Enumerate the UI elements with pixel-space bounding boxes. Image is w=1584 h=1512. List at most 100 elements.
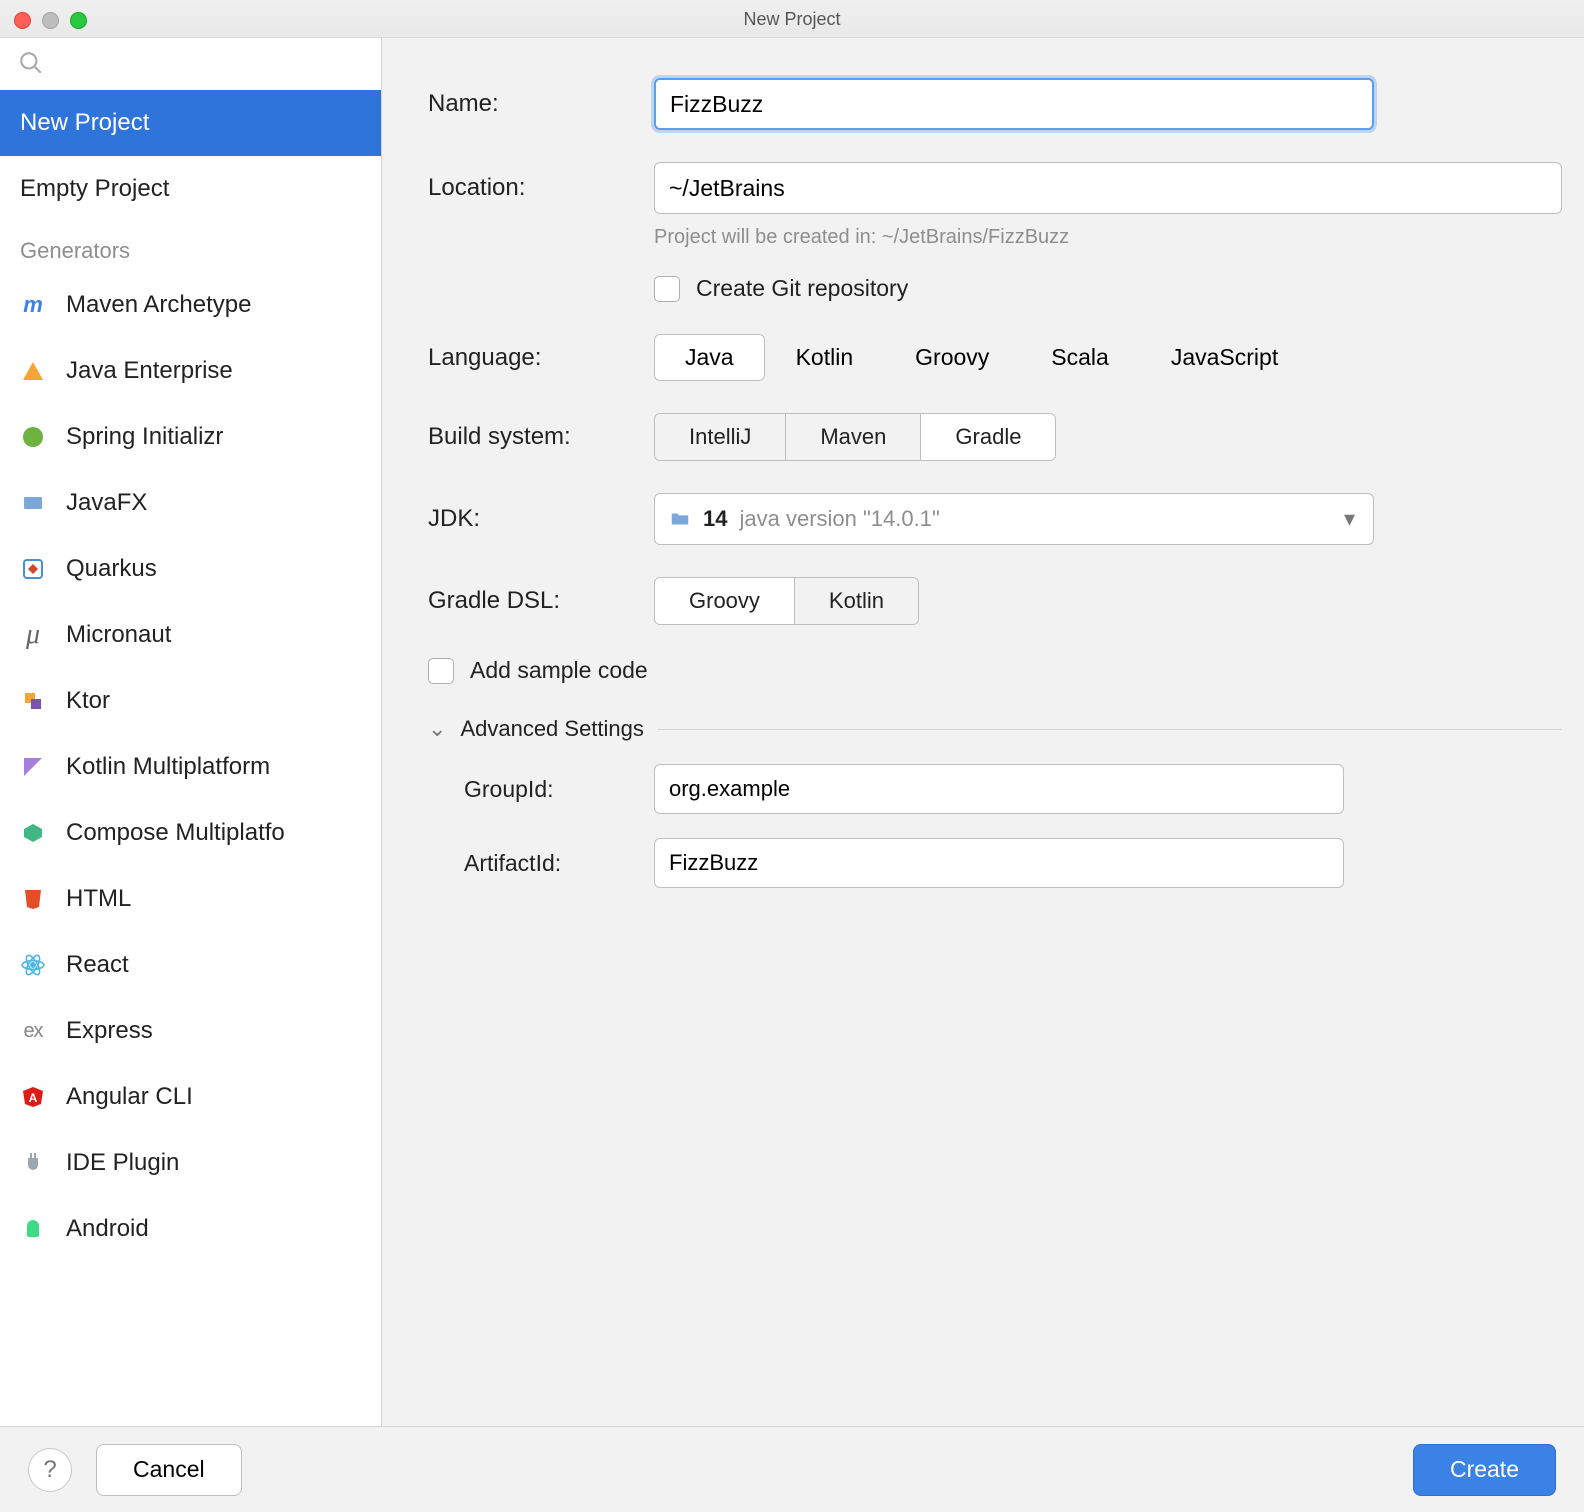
express-icon: ex (20, 1018, 46, 1044)
name-label: Name: (428, 90, 654, 118)
language-option-groovy[interactable]: Groovy (884, 334, 1020, 381)
sidebar: New Project Empty Project Generators m M… (0, 38, 382, 1426)
folder-icon (669, 508, 691, 530)
sidebar-item-label: New Project (20, 109, 149, 137)
sidebar-item-label: Empty Project (20, 175, 169, 203)
generators-header: Generators (0, 222, 381, 272)
sidebar-item-javafx[interactable]: JavaFX (0, 470, 381, 536)
git-checkbox[interactable] (654, 276, 680, 302)
sidebar-item-label: Micronaut (66, 621, 171, 649)
dsl-option-groovy[interactable]: Groovy (655, 578, 794, 624)
location-input[interactable] (654, 162, 1562, 214)
language-option-javascript[interactable]: JavaScript (1140, 334, 1309, 381)
sidebar-item-label: React (66, 951, 129, 979)
javafx-icon (20, 490, 46, 516)
sidebar-item-label: Kotlin Multiplatform (66, 753, 270, 781)
advanced-settings-header[interactable]: ⌄ Advanced Settings (428, 716, 1562, 742)
language-option-kotlin[interactable]: Kotlin (765, 334, 885, 381)
dsl-label: Gradle DSL: (428, 587, 654, 615)
search-icon (18, 50, 44, 76)
location-label: Location: (428, 174, 654, 202)
minimize-window-icon[interactable] (42, 12, 59, 29)
sidebar-item-label: IDE Plugin (66, 1149, 179, 1177)
window-controls (14, 12, 87, 29)
jdk-value: 14 (703, 506, 727, 532)
html-icon (20, 886, 46, 912)
sidebar-item-label: Java Enterprise (66, 357, 233, 385)
build-option-gradle[interactable]: Gradle (920, 414, 1055, 460)
cancel-button[interactable]: Cancel (96, 1444, 242, 1496)
sidebar-item-label: Compose Multiplatfo (66, 819, 285, 847)
svg-text:A: A (29, 1091, 38, 1105)
sidebar-item-angular-cli[interactable]: A Angular CLI (0, 1064, 381, 1130)
sidebar-item-ide-plugin[interactable]: IDE Plugin (0, 1130, 381, 1196)
spring-icon (20, 424, 46, 450)
quarkus-icon (20, 556, 46, 582)
name-input[interactable] (654, 78, 1374, 130)
build-option-maven[interactable]: Maven (785, 414, 920, 460)
titlebar: New Project (0, 0, 1584, 38)
close-window-icon[interactable] (14, 12, 31, 29)
kotlin-icon (20, 754, 46, 780)
sidebar-item-java-enterprise[interactable]: Java Enterprise (0, 338, 381, 404)
chevron-down-icon: ⌄ (428, 716, 446, 742)
footer: ? Cancel Create (0, 1426, 1584, 1512)
sidebar-item-label: Spring Initializr (66, 423, 223, 451)
window-title: New Project (743, 0, 840, 38)
artifactid-input[interactable] (654, 838, 1344, 888)
artifactid-label: ArtifactId: (464, 850, 654, 877)
micronaut-icon: μ (20, 622, 46, 648)
jdk-dropdown[interactable]: 14 java version "14.0.1" ▾ (654, 493, 1374, 545)
angular-icon: A (20, 1084, 46, 1110)
sidebar-item-label: Maven Archetype (66, 291, 251, 319)
sidebar-item-ktor[interactable]: Ktor (0, 668, 381, 734)
sidebar-item-kotlin-multiplatform[interactable]: Kotlin Multiplatform (0, 734, 381, 800)
compose-icon (20, 820, 46, 846)
react-icon (20, 952, 46, 978)
zoom-window-icon[interactable] (70, 12, 87, 29)
sidebar-item-maven-archetype[interactable]: m Maven Archetype (0, 272, 381, 338)
language-segmented: Java Kotlin Groovy Scala JavaScript (654, 334, 1309, 381)
sidebar-item-label: Express (66, 1017, 153, 1045)
sidebar-item-label: JavaFX (66, 489, 147, 517)
dsl-option-kotlin[interactable]: Kotlin (794, 578, 918, 624)
sidebar-item-react[interactable]: React (0, 932, 381, 998)
sample-checkbox[interactable] (428, 658, 454, 684)
advanced-label: Advanced Settings (460, 716, 643, 742)
language-option-scala[interactable]: Scala (1020, 334, 1140, 381)
git-label: Create Git repository (696, 275, 908, 302)
build-label: Build system: (428, 423, 654, 451)
sidebar-list: New Project Empty Project Generators m M… (0, 90, 381, 1262)
sidebar-item-compose-multiplatform[interactable]: Compose Multiplatfo (0, 800, 381, 866)
build-segmented: IntelliJ Maven Gradle (654, 413, 1056, 461)
groupid-input[interactable] (654, 764, 1344, 814)
sidebar-item-new-project[interactable]: New Project (0, 90, 381, 156)
ktor-icon (20, 688, 46, 714)
help-button[interactable]: ? (28, 1448, 72, 1492)
sidebar-item-label: Android (66, 1215, 149, 1243)
create-button[interactable]: Create (1413, 1444, 1556, 1496)
chevron-down-icon: ▾ (1344, 506, 1355, 532)
location-hint: Project will be created in: ~/JetBrains/… (654, 226, 1562, 249)
sidebar-item-html[interactable]: HTML (0, 866, 381, 932)
language-option-java[interactable]: Java (654, 334, 765, 381)
jdk-detail: java version "14.0.1" (739, 506, 939, 532)
build-option-intellij[interactable]: IntelliJ (655, 414, 785, 460)
help-icon: ? (43, 1456, 56, 1484)
sidebar-item-spring-initializr[interactable]: Spring Initializr (0, 404, 381, 470)
sidebar-item-label: Angular CLI (66, 1083, 193, 1111)
sidebar-item-label: Quarkus (66, 555, 157, 583)
dsl-segmented: Groovy Kotlin (654, 577, 919, 625)
sidebar-item-quarkus[interactable]: Quarkus (0, 536, 381, 602)
groupid-label: GroupId: (464, 776, 654, 803)
maven-icon: m (20, 292, 46, 318)
sidebar-item-android[interactable]: Android (0, 1196, 381, 1262)
jdk-label: JDK: (428, 505, 654, 533)
sidebar-item-micronaut[interactable]: μ Micronaut (0, 602, 381, 668)
divider (658, 729, 1562, 730)
search-input[interactable] (0, 38, 381, 90)
java-ee-icon (20, 358, 46, 384)
form-area: Name: Location: Project will be created … (382, 38, 1584, 1426)
sidebar-item-empty-project[interactable]: Empty Project (0, 156, 381, 222)
sidebar-item-express[interactable]: ex Express (0, 998, 381, 1064)
